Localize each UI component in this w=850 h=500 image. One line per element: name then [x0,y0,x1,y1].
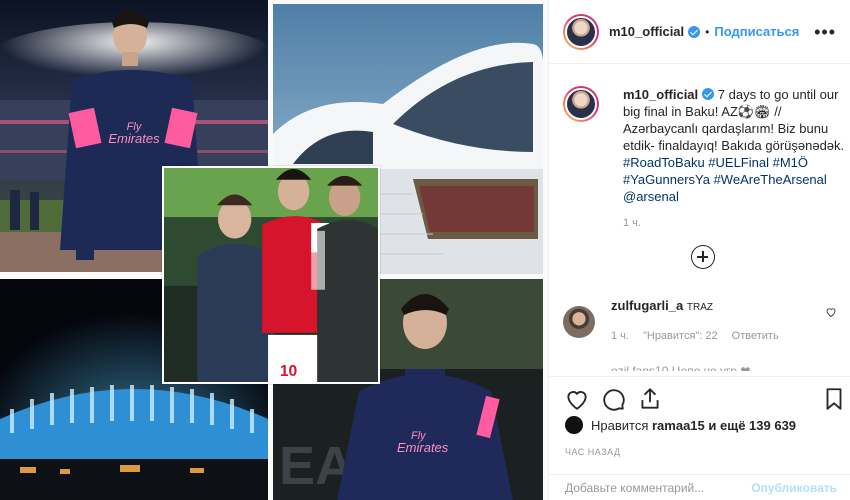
like-heart-icon[interactable] [564,386,590,412]
caption-hashtags[interactable]: #RoadToBaku #UELFinal #M1Ö #YaGunnersYa … [623,155,827,204]
follow-button[interactable]: Подписаться [714,24,799,39]
caption-username[interactable]: m10_official [623,87,698,102]
comment-item: zulfugarli_a TRAZ 1 ч. "Нравится": 22 От… [563,298,843,371]
author-username[interactable]: m10_official [609,24,684,39]
comment-time: 1 ч. [611,330,629,342]
comment-reply-button[interactable]: Ответить [732,330,779,342]
post-details-panel: m10_official • Подписаться ••• m10_offic… [548,0,850,500]
svg-text:Emirates: Emirates [397,440,449,455]
caption-text-line2: Azərbaycanlı qardaşlarım! Biz bunu etdik… [623,121,845,153]
post-header: m10_official • Подписаться ••• [549,0,850,64]
caption-timestamp: 1 ч. [623,217,641,229]
post-media[interactable]: Fly Emirates EA Fly Emirates 10 [0,0,548,500]
commenter-avatar[interactable] [563,306,595,338]
comment-composer[interactable]: Добавьте комментарий... Опубликовать [549,474,850,500]
post-caption: m10_official 7 days to go until our big … [563,86,845,232]
publish-comment-button[interactable]: Опубликовать [751,481,837,495]
next-comment-cut: ozil.fans10 Цепо че угр ❤ [611,364,751,371]
separator-dot: • [705,24,710,39]
commenter-username[interactable]: zulfugarli_a [611,298,683,313]
comment-text: TRAZ [686,302,713,313]
verified-badge-icon [702,88,715,100]
caption-author-avatar[interactable] [563,86,599,122]
comment-likes-count[interactable]: "Нравится": 22 [643,330,718,342]
ellipsis-icon[interactable]: ••• [814,23,836,41]
likes-summary: Нравится ramaa15 и ещё 139 639 [565,416,796,434]
comment-like-heart-icon[interactable] [825,306,837,318]
comment-input[interactable]: Добавьте комментарий... [565,481,704,495]
photo-player-with-fans: 10 [162,166,380,384]
post-age: ЧАС НАЗАД [565,447,621,457]
svg-text:10: 10 [280,363,298,380]
comment-bubble-icon[interactable] [600,386,626,412]
svg-text:Emirates: Emirates [108,131,160,146]
verified-badge-icon [688,25,701,38]
likes-prefix: Нравится [591,417,649,433]
share-icon[interactable] [637,386,663,412]
likes-count[interactable]: и ещё 139 639 [708,418,796,433]
save-bookmark-icon[interactable] [821,386,847,412]
author-avatar[interactable] [563,13,599,50]
likes-user[interactable]: ramaa15 [652,418,705,433]
liker-avatar[interactable] [565,416,583,434]
load-more-comments-icon[interactable] [691,245,715,269]
